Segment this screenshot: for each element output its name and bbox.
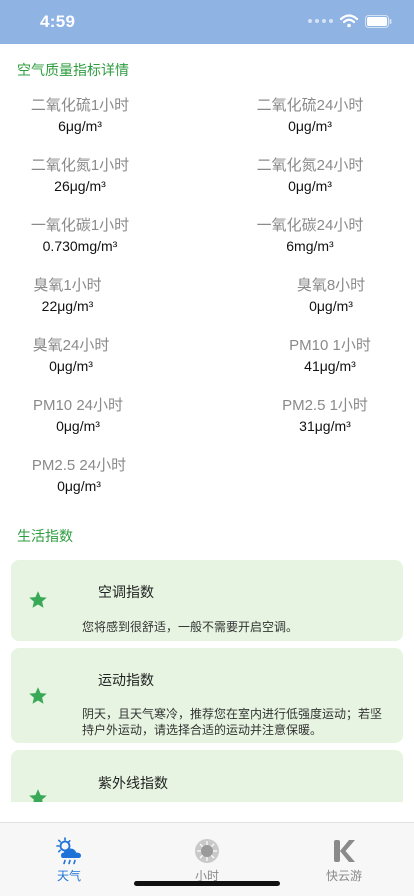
cellular-signal-icon bbox=[308, 19, 333, 23]
metric-label: 臭氧8小时 bbox=[296, 277, 366, 294]
star-icon bbox=[29, 687, 47, 704]
star-icon bbox=[29, 789, 47, 802]
k-logo-icon bbox=[334, 840, 355, 862]
metric-value: 0μg/m³ bbox=[57, 478, 101, 494]
metric-value: 6μg/m³ bbox=[58, 118, 102, 134]
metric-value: 0μg/m³ bbox=[56, 418, 100, 434]
status-time: 4:59 bbox=[40, 12, 76, 31]
card-title: 紫外线指数 bbox=[98, 775, 168, 791]
battery-icon bbox=[365, 14, 392, 28]
metric-value: 31μg/m³ bbox=[299, 418, 351, 434]
metric-value: 0μg/m³ bbox=[49, 358, 93, 374]
metric-label: 二氧化氮1小时 bbox=[30, 157, 130, 174]
metric-label: 二氧化氮24小时 bbox=[256, 157, 364, 174]
sun-icon bbox=[195, 839, 219, 863]
life-index-card-ac[interactable]: 空调指数 您将感到很舒适，一般不需要开启空调。 bbox=[11, 560, 403, 641]
content-scroll-area[interactable]: 空气质量指标详情 二氧化硫1小时 6μg/m³ 二氧化硫24小时 0μg/m³ … bbox=[0, 44, 414, 802]
metric-label: 臭氧1小时 bbox=[33, 277, 102, 294]
tab-label: 天气 bbox=[56, 869, 81, 883]
metric-value: 22μg/m³ bbox=[41, 298, 94, 314]
life-index-card-sport[interactable]: 运动指数 阴天，且天气寒冷，推荐您在室内进行低强度运动；若坚持户外运动，请选择合… bbox=[11, 648, 403, 743]
metric-label: 二氧化硫24小时 bbox=[256, 97, 364, 114]
tab-weather[interactable]: 天气 bbox=[34, 837, 104, 884]
tab-hourly[interactable]: 小时 bbox=[172, 837, 242, 884]
card-desc: 阴天，且天气寒冷，推荐您在室内进行低强度运动；若坚持户外运动，请选择合适的运动并… bbox=[82, 707, 383, 737]
card-title: 运动指数 bbox=[98, 672, 154, 688]
life-index-title: 生活指数 bbox=[17, 528, 73, 544]
metric-label: 一氧化碳24小时 bbox=[256, 217, 364, 234]
metric-value: 6mg/m³ bbox=[286, 238, 334, 254]
card-desc: 您将感到很舒适，一般不需要开启空调。 bbox=[82, 620, 299, 634]
metric-value: 0μg/m³ bbox=[288, 178, 332, 194]
metric-value: 0.730mg/m³ bbox=[42, 238, 118, 254]
metric-label: 臭氧24小时 bbox=[32, 337, 110, 354]
metric-label: PM2.5 1小时 bbox=[282, 397, 368, 414]
status-bar: 4:59 bbox=[0, 0, 414, 44]
metric-label: PM10 24小时 bbox=[32, 397, 124, 414]
home-indicator[interactable] bbox=[134, 881, 280, 886]
tab-label: 快云游 bbox=[325, 869, 362, 883]
metric-label: PM2.5 24小时 bbox=[31, 457, 127, 474]
metric-label: 二氧化硫1小时 bbox=[30, 97, 130, 114]
air-quality-title: 空气质量指标详情 bbox=[17, 62, 129, 78]
weather-cloud-icon bbox=[56, 837, 81, 865]
status-icons bbox=[308, 14, 392, 28]
card-title: 空调指数 bbox=[98, 584, 154, 600]
star-icon bbox=[29, 591, 47, 608]
life-index-card-uv[interactable]: 紫外线指数 bbox=[11, 750, 403, 802]
wifi-icon bbox=[340, 14, 358, 28]
metric-label: 一氧化碳1小时 bbox=[30, 217, 130, 234]
metric-value: 0μg/m³ bbox=[309, 298, 353, 314]
tab-kuaiyunyou[interactable]: 快云游 bbox=[309, 837, 379, 884]
metric-value: 0μg/m³ bbox=[288, 118, 332, 134]
metric-value: 41μg/m³ bbox=[304, 358, 356, 374]
metric-value: 26μg/m³ bbox=[54, 178, 106, 194]
metric-label: PM10 1小时 bbox=[289, 337, 371, 354]
